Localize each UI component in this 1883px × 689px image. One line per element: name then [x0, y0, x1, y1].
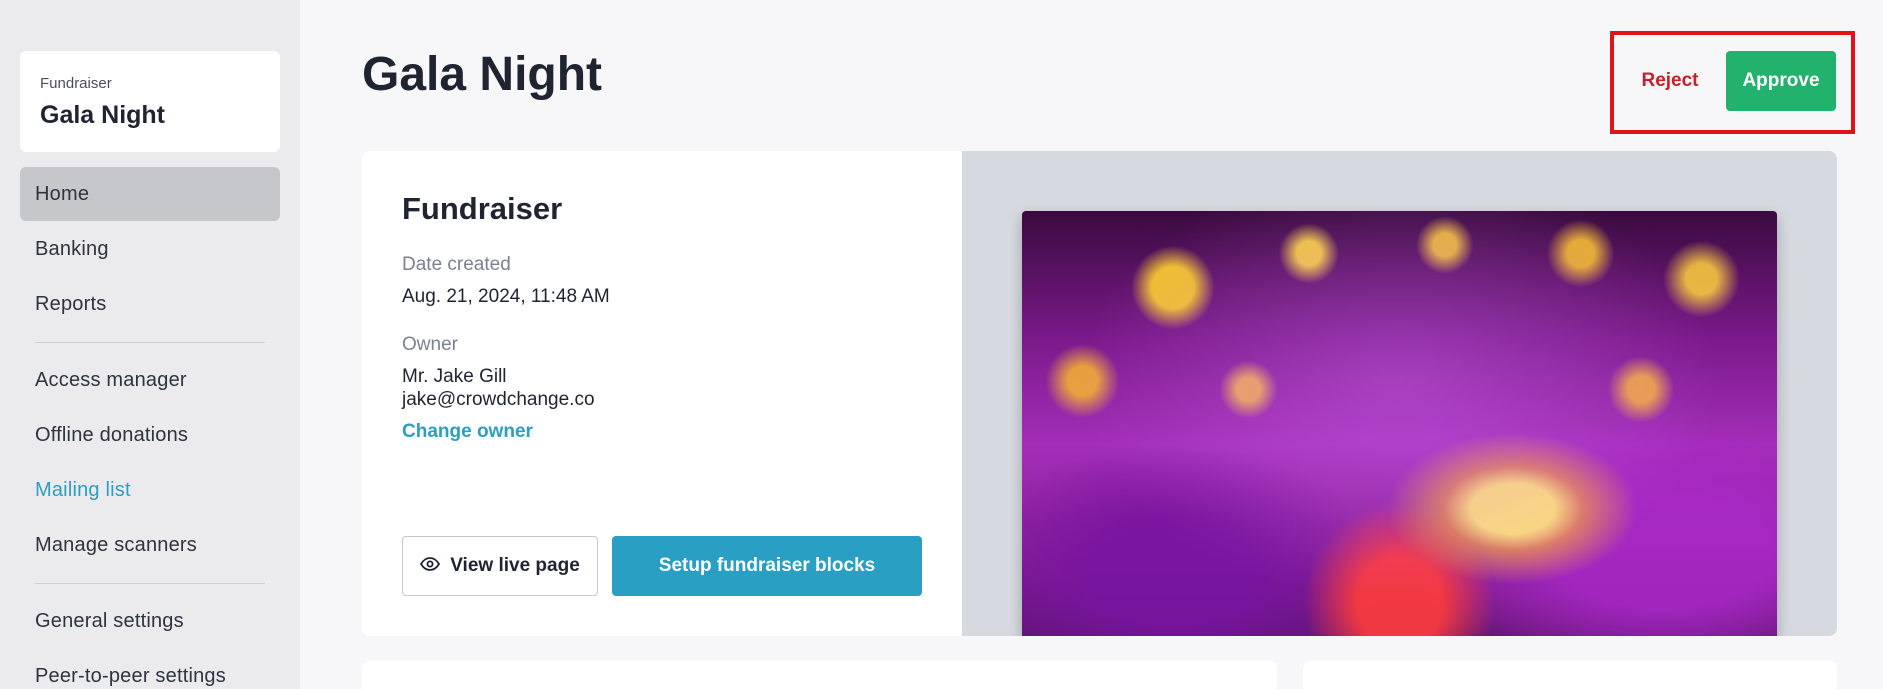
- sidebar-item-banking[interactable]: Banking: [20, 222, 280, 276]
- change-owner-link[interactable]: Change owner: [402, 421, 533, 443]
- eye-icon: [420, 555, 441, 577]
- setup-fundraiser-blocks-button[interactable]: Setup fundraiser blocks: [612, 536, 922, 596]
- sidebar-item-reports[interactable]: Reports: [20, 277, 280, 331]
- approve-button[interactable]: Approve: [1726, 51, 1836, 111]
- fundraiser-cover-image: [1022, 211, 1777, 636]
- sidebar-divider: [35, 342, 265, 343]
- view-live-page-label: View live page: [450, 555, 580, 576]
- section-title: Fundraiser: [402, 191, 563, 226]
- org-card[interactable]: Fundraiser Gala Night: [20, 51, 280, 152]
- org-type-label: Fundraiser: [40, 75, 112, 92]
- hero-image-panel: [962, 151, 1837, 636]
- org-name: Gala Night: [40, 101, 166, 129]
- date-created-value: Aug. 21, 2024, 11:48 AM: [402, 286, 610, 307]
- reject-button[interactable]: Reject: [1628, 52, 1712, 110]
- lower-card-right: [1303, 661, 1837, 689]
- page-title: Gala Night: [362, 48, 603, 101]
- owner-name: Mr. Jake Gill: [402, 366, 507, 387]
- sidebar-item-peer-to-peer-settings[interactable]: Peer-to-peer settings: [20, 649, 280, 689]
- image-glow: [1022, 211, 1777, 636]
- view-live-page-button[interactable]: View live page: [402, 536, 598, 596]
- sidebar-item-access-manager[interactable]: Access manager: [20, 353, 280, 407]
- fundraiser-card: Fundraiser Date created Aug. 21, 2024, 1…: [362, 151, 1837, 636]
- owner-email: jake@crowdchange.co: [402, 389, 595, 410]
- sidebar-item-offline-donations[interactable]: Offline donations: [20, 408, 280, 462]
- owner-label: Owner: [402, 334, 458, 355]
- date-created-label: Date created: [402, 254, 511, 275]
- sidebar-item-general-settings[interactable]: General settings: [20, 594, 280, 648]
- lower-card-left: [362, 661, 1277, 689]
- fundraiser-details: Fundraiser Date created Aug. 21, 2024, 1…: [362, 151, 962, 636]
- sidebar-item-manage-scanners[interactable]: Manage scanners: [20, 518, 280, 572]
- sidebar-item-home[interactable]: Home: [20, 167, 280, 221]
- sidebar-divider: [35, 583, 265, 584]
- sidebar: Fundraiser Gala Night Home Banking Repor…: [0, 0, 300, 689]
- sidebar-item-mailing-list[interactable]: Mailing list: [20, 463, 280, 517]
